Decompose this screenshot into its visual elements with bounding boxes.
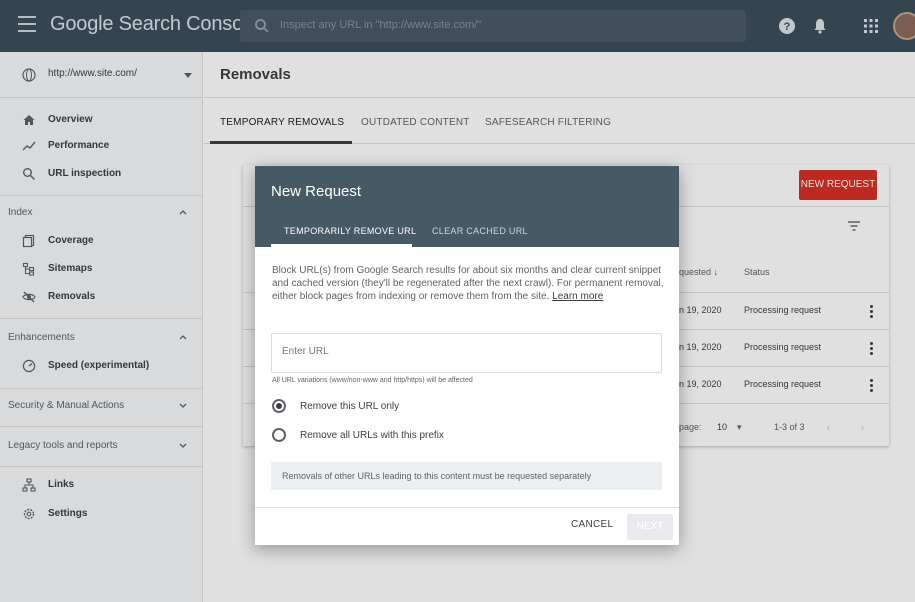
remove-prefix-radio[interactable] [272, 428, 286, 442]
info-note: Removals of other URLs leading to this c… [271, 462, 662, 490]
cancel-button[interactable]: CANCEL [571, 519, 613, 530]
dialog-description: Block URL(s) from Google Search results … [272, 264, 664, 303]
description-text: Block URL(s) from Google Search results … [272, 265, 664, 302]
radio-label[interactable]: Remove this URL only [300, 401, 399, 412]
url-input[interactable] [282, 346, 642, 357]
dialog-footer-divider [255, 507, 679, 508]
radio-label[interactable]: Remove all URLs with this prefix [300, 430, 444, 441]
dialog-title: New Request [271, 183, 362, 200]
url-hint: All URL variations (www/non-www and http… [272, 377, 473, 384]
new-request-dialog: New Request TEMPORARILY REMOVE URL CLEAR… [255, 166, 679, 545]
learn-more-link[interactable]: Learn more [552, 291, 603, 302]
note-text: Removals of other URLs leading to this c… [282, 471, 592, 481]
tab-clear-cached-url[interactable]: CLEAR CACHED URL [432, 226, 528, 236]
dialog-header: New Request TEMPORARILY REMOVE URL CLEAR… [255, 166, 679, 247]
url-field[interactable] [271, 333, 662, 373]
remove-url-only-radio[interactable] [272, 399, 286, 413]
active-tab-indicator [271, 244, 412, 247]
next-button[interactable]: NEXT [627, 514, 673, 540]
tab-temporarily-remove-url[interactable]: TEMPORARILY REMOVE URL [284, 226, 416, 236]
